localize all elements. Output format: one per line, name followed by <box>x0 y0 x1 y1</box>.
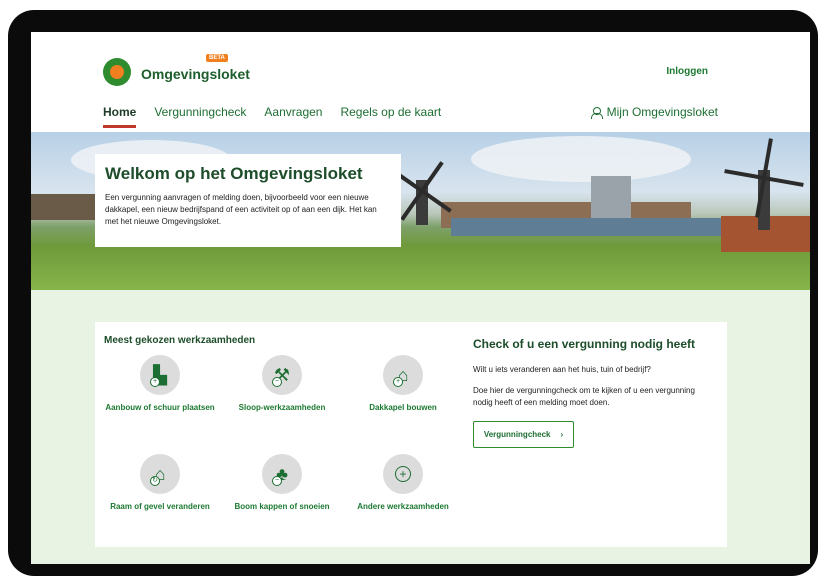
crane-icon: ⚒ − <box>262 355 302 395</box>
hero-card: Welkom op het Omgevingsloket Een vergunn… <box>95 154 401 247</box>
village-houses <box>31 194 101 220</box>
logo-icon <box>103 58 131 86</box>
plus-icon: + <box>383 454 423 494</box>
main-nav: Home Vergunningcheck Aanvragen Regels op… <box>103 105 441 128</box>
person-icon <box>590 106 603 119</box>
tile-label: Boom kappen of snoeien <box>234 502 330 511</box>
nav-vergunningcheck[interactable]: Vergunningcheck <box>154 105 246 128</box>
house-icon: ⌂ + <box>383 355 423 395</box>
content-section: Meest gekozen werkzaamheden ▙ + Aanbouw … <box>31 290 810 564</box>
tile-label: Sloop-werkzaamheden <box>238 403 326 412</box>
check-title: Check of u een vergunning nodig heeft <box>473 337 696 351</box>
check-paragraph-1: Wilt u iets veranderen aan het huis, tui… <box>473 365 651 374</box>
shed-icon: ▙ + <box>140 355 180 395</box>
beta-badge: BETA <box>206 54 228 62</box>
chevron-right-icon: › <box>560 430 564 439</box>
hero-text: Een vergunning aanvragen of melding doen… <box>105 193 377 226</box>
tile-andere[interactable]: + Andere werkzaamheden <box>338 454 468 512</box>
tile-dakkapel[interactable]: ⌂ + Dakkapel bouwen <box>338 355 468 413</box>
tile-label: Aanbouw of schuur plaatsen <box>105 403 215 412</box>
mijn-omgevingsloket-label: Mijn Omgevingsloket <box>606 105 718 119</box>
hero-banner: Welkom op het Omgevingsloket Een vergunn… <box>31 132 810 290</box>
mijn-omgevingsloket-link[interactable]: Mijn Omgevingsloket <box>590 105 718 119</box>
check-paragraph-2: Doe hier de vergunningcheck om te kijken… <box>473 386 695 407</box>
site-logo[interactable]: Omgevingsloket BETA <box>103 54 250 86</box>
window-icon: ⌂ ↻ <box>140 454 180 494</box>
browser-screen: Omgevingsloket BETA Inloggen Home Vergun… <box>31 32 810 564</box>
tile-label: Dakkapel bouwen <box>369 403 437 412</box>
logo-text: Omgevingsloket <box>141 66 250 82</box>
tile-aanbouw[interactable]: ▙ + Aanbouw of schuur plaatsen <box>95 355 225 413</box>
cloud-shape <box>471 136 691 182</box>
hero-title: Welkom op het Omgevingsloket <box>105 164 363 183</box>
nav-regels-op-de-kaart[interactable]: Regels op de kaart <box>340 105 441 128</box>
vergunningcheck-button-label: Vergunningcheck <box>483 430 551 439</box>
vergunningcheck-button[interactable]: Vergunningcheck › <box>473 421 574 448</box>
tree-icon: ♣ − <box>262 454 302 494</box>
tile-boom[interactable]: ♣ − Boom kappen of snoeien <box>217 454 347 512</box>
login-link[interactable]: Inloggen <box>666 66 708 77</box>
tile-raam[interactable]: ⌂ ↻ Raam of gevel veranderen <box>95 454 225 512</box>
site-header: Omgevingsloket BETA Inloggen Home Vergun… <box>31 32 810 132</box>
tile-label: Andere werkzaamheden <box>357 502 449 511</box>
nav-home[interactable]: Home <box>103 105 137 128</box>
werkzaamheden-panel: Meest gekozen werkzaamheden ▙ + Aanbouw … <box>95 322 727 547</box>
river <box>451 218 751 236</box>
werkzaamheden-title: Meest gekozen werkzaamheden <box>104 335 256 346</box>
device-frame: Omgevingsloket BETA Inloggen Home Vergun… <box>8 10 818 576</box>
nav-aanvragen[interactable]: Aanvragen <box>264 105 322 128</box>
tile-sloop[interactable]: ⚒ − Sloop-werkzaamheden <box>217 355 347 413</box>
tile-label: Raam of gevel veranderen <box>110 502 210 511</box>
